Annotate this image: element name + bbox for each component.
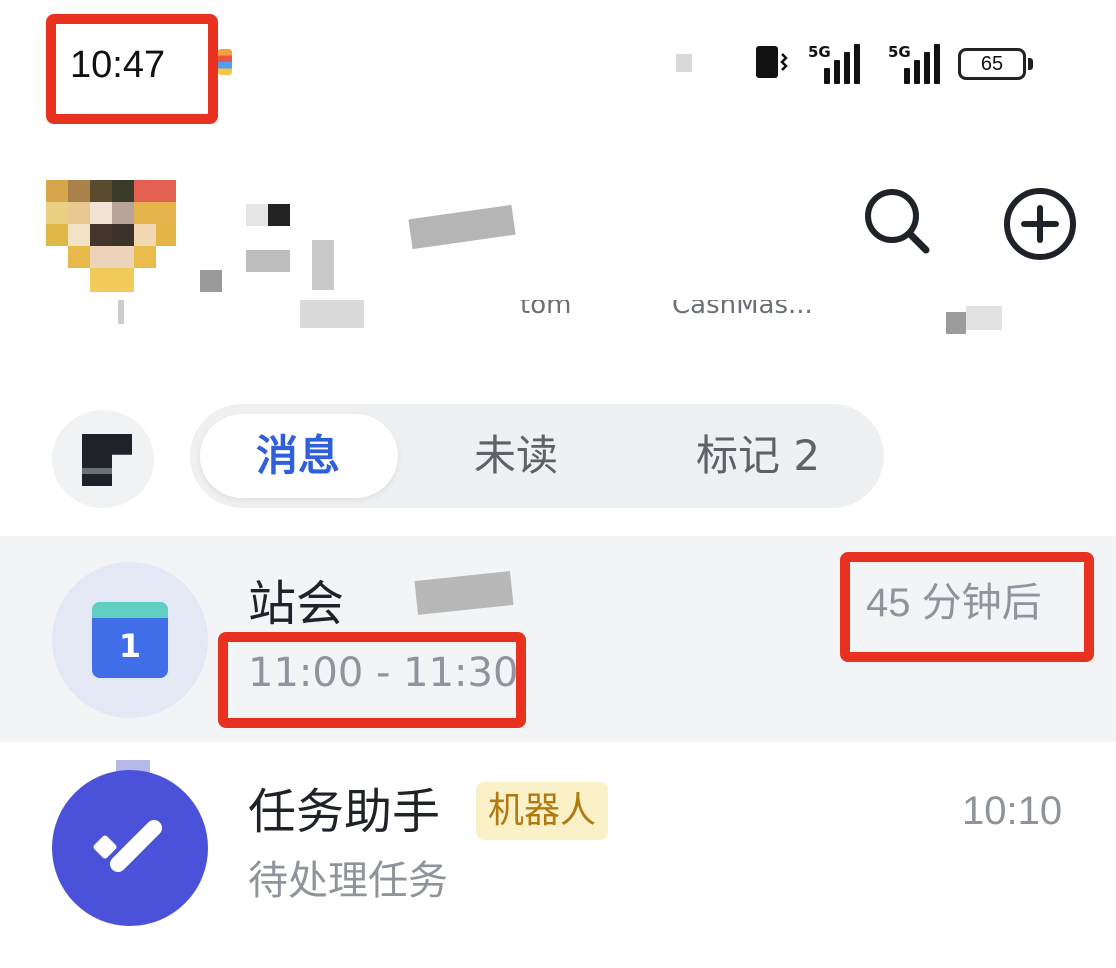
pixelated-area — [414, 571, 514, 615]
battery-tip — [1028, 58, 1033, 70]
signal-2-icon: 5G — [888, 44, 944, 84]
filter-button[interactable] — [52, 410, 154, 508]
calendar-icon: 1 — [92, 602, 168, 678]
conversation-row-standup[interactable]: 1 站会 11:00 - 11:30 45 分钟后 — [0, 536, 1116, 742]
filter-icon — [82, 434, 132, 486]
pixelated-area — [118, 300, 124, 324]
pixelated-area — [200, 270, 222, 292]
filter-icon-line — [82, 468, 112, 474]
signal-1-icon: 5G — [808, 44, 864, 84]
task-check-icon — [93, 820, 162, 872]
status-time: 10:47 — [70, 44, 166, 86]
tab-unread[interactable]: 未读 — [474, 404, 558, 508]
contact-name[interactable]: tom — [520, 300, 571, 318]
conversation-preview: 待处理任务 — [248, 858, 448, 904]
conversation-title: 任务助手 — [248, 784, 441, 840]
search-icon[interactable] — [860, 186, 932, 258]
pixelated-area — [268, 204, 290, 226]
meeting-time-range: 11:00 - 11:30 — [248, 650, 519, 696]
pixelated-area — [312, 240, 334, 290]
calendar-day: 1 — [118, 627, 142, 665]
pixelated-area — [946, 312, 966, 334]
pixelated-area — [408, 204, 516, 250]
task-assistant-avatar — [52, 770, 208, 926]
status-bar: 10:47 5G 5G 65 — [0, 0, 1116, 130]
conversation-time: 10:10 — [962, 789, 1063, 833]
user-avatar[interactable] — [46, 180, 176, 292]
battery-indicator: 65 — [958, 48, 1026, 80]
contacts-strip: tom CashMas... — [0, 300, 1116, 340]
pixelated-area — [246, 204, 268, 226]
vibrate-mute-icon — [756, 46, 788, 78]
meeting-countdown: 45 分钟后 — [866, 581, 1042, 625]
plus-circle-icon[interactable] — [1002, 186, 1078, 262]
tab-bar: 消息 未读 标记 2 — [190, 404, 884, 508]
conversation-row-task-assistant[interactable]: 任务助手 机器人 待处理任务 10:10 — [0, 742, 1116, 968]
calendar-avatar: 1 — [52, 562, 208, 718]
status-icons: 5G 5G 65 — [752, 40, 1042, 86]
tab-marked[interactable]: 标记 2 — [696, 404, 820, 508]
conversation-title: 站会 — [248, 576, 345, 632]
contact-name[interactable]: CashMas... — [672, 300, 813, 318]
pixelated-area — [676, 54, 692, 72]
pixelated-area — [300, 300, 364, 328]
pixelated-area — [966, 306, 1002, 330]
bot-badge: 机器人 — [476, 782, 609, 840]
pixelated-area — [246, 250, 290, 272]
notification-app-icon — [218, 49, 232, 75]
tab-messages[interactable]: 消息 — [256, 404, 340, 508]
